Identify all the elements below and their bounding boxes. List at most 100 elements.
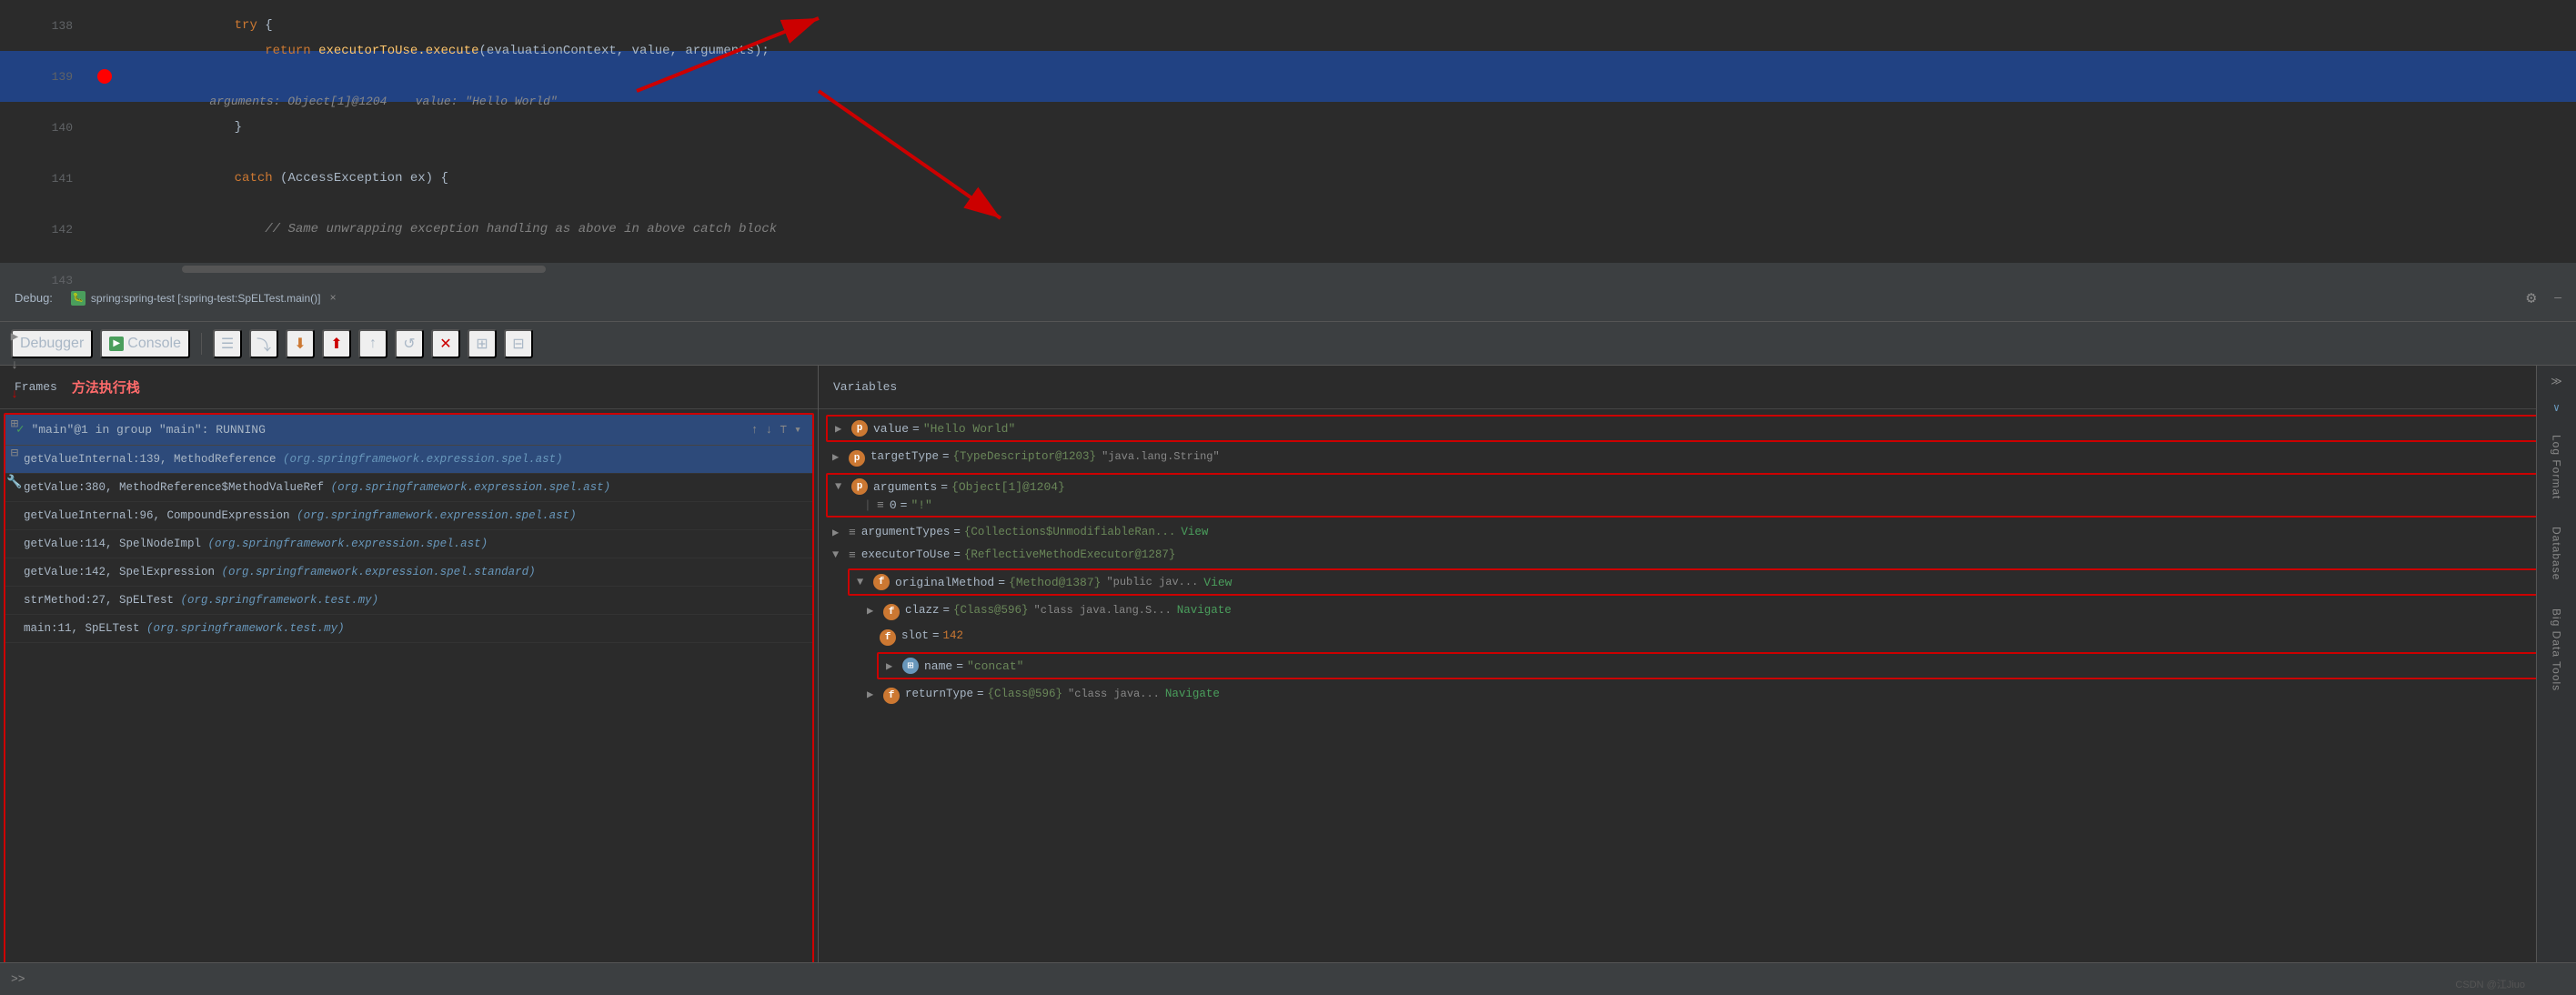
- debug-toolbar: Debugger ▶ Console ☰ ⤵ ⬇ ⬆ ↑ ↺ ✕ ⊞ ⊟: [0, 322, 2576, 366]
- left-icons-panel: ▶ ↓ ↓ ⊞ ⊟ 🔧: [0, 318, 29, 500]
- frame-cls-3: (org.springframework.expression.spel.ast…: [208, 538, 488, 550]
- console-tab-button[interactable]: ▶ Console: [100, 329, 190, 358]
- var-targettype-expand[interactable]: ▶: [832, 450, 845, 464]
- step-out-button[interactable]: ⬆: [322, 329, 351, 358]
- breakpoint-139: [97, 69, 112, 84]
- editor-area: 138 try { 139 return executorToUse.execu…: [0, 0, 2576, 264]
- stack-frame-2[interactable]: getValueInternal:96, CompoundExpression …: [5, 502, 812, 530]
- var-value-expand[interactable]: ▶: [835, 422, 848, 436]
- var-argumenttypes-name: argumentTypes: [861, 526, 951, 538]
- var-arguments-row: ▼ p arguments = {Object[1]@1204}: [835, 478, 2560, 495]
- tool-icon[interactable]: 🔧: [4, 471, 25, 493]
- line-number-141: 141: [0, 172, 91, 186]
- frames-label-cn: 方法执行栈: [72, 377, 140, 397]
- stack-frame-0[interactable]: getValueInternal:139, MethodReference (o…: [5, 446, 812, 474]
- expand-icon[interactable]: ∨: [2541, 396, 2573, 420]
- thread-filter-icon[interactable]: ⊤: [780, 423, 787, 437]
- list-view-button[interactable]: ☰: [213, 329, 242, 358]
- log-format-label: Log Format: [2547, 427, 2567, 507]
- var-arguments-0-expand[interactable]: ≡: [877, 498, 884, 512]
- var-arguments-0-bar: |: [864, 498, 877, 512]
- horizontal-scrollbar[interactable]: [0, 264, 2576, 275]
- step-into-button[interactable]: ⬇: [286, 329, 315, 358]
- variables-label: Variables: [833, 380, 897, 394]
- expand-collapse-icon[interactable]: ≫: [2541, 369, 2573, 394]
- code-line-143: 143: [0, 255, 2576, 306]
- var-returntype-icon: f: [883, 688, 900, 704]
- var-returntype-type: "class java...: [1068, 688, 1160, 700]
- var-returntype-link[interactable]: Navigate: [1165, 688, 1220, 700]
- thread-row[interactable]: ✓ "main"@1 in group "main": RUNNING ↑ ↓ …: [5, 415, 812, 446]
- var-argumenttypes-icon: ≡: [849, 526, 856, 539]
- var-arguments-0-name: 0: [890, 498, 897, 512]
- frame-cls-5: (org.springframework.test.my): [181, 594, 379, 607]
- var-returntype-name: returnType: [905, 688, 973, 700]
- debug-content: Frames 方法执行栈 ✓ "main"@1 in group "main":…: [0, 366, 2576, 995]
- var-originalmethod-expand[interactable]: ▼: [857, 576, 870, 588]
- bottom-bar: >>: [0, 962, 2576, 995]
- thread-label: "main"@1 in group "main": RUNNING: [31, 423, 743, 437]
- line-number-138: 138: [0, 19, 91, 33]
- frame-fn-4: getValue:142, SpelExpression: [24, 566, 222, 578]
- var-clazz-expand[interactable]: ▶: [867, 604, 880, 618]
- var-returntype-row: ▶ f returnType = {Class@596} "class java…: [819, 683, 2576, 709]
- run-to-cursor-button[interactable]: ↑: [358, 329, 387, 358]
- var-executortouse-expand[interactable]: ▼: [832, 548, 845, 561]
- stack-frame-4[interactable]: getValue:142, SpelExpression (org.spring…: [5, 558, 812, 587]
- scrollbar-thumb[interactable]: [182, 266, 546, 273]
- thread-controls: ↑ ↓ ⊤ ▾: [751, 423, 801, 437]
- copy-icon[interactable]: ⊟: [4, 442, 25, 464]
- evaluate-button[interactable]: ⊞: [468, 329, 497, 358]
- step-over-left-icon[interactable]: ↓: [4, 355, 25, 377]
- line-number-140: 140: [0, 121, 91, 135]
- var-value-name: value: [873, 422, 909, 436]
- var-arguments-name: arguments: [873, 480, 937, 494]
- var-clazz-icon: f: [883, 604, 900, 620]
- thread-down-icon[interactable]: ↓: [766, 423, 773, 437]
- stack-frame-3[interactable]: getValue:114, SpelNodeImpl (org.springfr…: [5, 530, 812, 558]
- frame-fn-2: getValueInternal:96, CompoundExpression: [24, 509, 297, 522]
- var-executortouse-icon: ≡: [849, 548, 856, 562]
- var-clazz-link[interactable]: Navigate: [1177, 604, 1232, 617]
- log-format-panel[interactable]: Log Format: [2541, 422, 2573, 512]
- var-argumenttypes-expand[interactable]: ▶: [832, 526, 845, 539]
- stack-frame-5[interactable]: strMethod:27, SpELTest (org.springframew…: [5, 587, 812, 615]
- big-data-tools-panel[interactable]: Big Data Tools: [2541, 596, 2573, 704]
- variables-header: Variables: [819, 366, 2576, 409]
- frames-body: ✓ "main"@1 in group "main": RUNNING ↑ ↓ …: [4, 413, 814, 991]
- frame-fn-3: getValue:114, SpelNodeImpl: [24, 538, 208, 550]
- var-originalmethod-link[interactable]: View: [1203, 576, 1232, 589]
- breakpoints-icon[interactable]: ⊞: [4, 413, 25, 435]
- var-slot-name: slot: [901, 629, 929, 642]
- var-name-expand[interactable]: ▶: [886, 659, 899, 673]
- grid-button[interactable]: ⊟: [504, 329, 533, 358]
- var-arguments-icon: p: [851, 478, 868, 495]
- database-panel[interactable]: Database: [2541, 514, 2573, 593]
- thread-up-icon[interactable]: ↑: [751, 423, 759, 437]
- resume-icon[interactable]: ▶: [4, 326, 25, 347]
- expand-button[interactable]: >>: [11, 972, 25, 986]
- var-executortouse-name: executorToUse: [861, 548, 951, 561]
- restore-button[interactable]: ↺: [395, 329, 424, 358]
- step-into-left-icon[interactable]: ↓: [4, 384, 25, 406]
- var-originalmethod-boxed: ▼ f originalMethod = {Method@1387} "publ…: [848, 568, 2569, 596]
- var-originalmethod-val: {Method@1387}: [1009, 576, 1101, 589]
- var-returntype-expand[interactable]: ▶: [867, 688, 880, 701]
- var-clazz-val: {Class@596}: [953, 604, 1029, 617]
- var-targettype-type: "java.lang.String": [1102, 450, 1220, 463]
- var-clazz-row: ▶ f clazz = {Class@596} "class java.lang…: [819, 599, 2576, 625]
- frames-panel: Frames 方法执行栈 ✓ "main"@1 in group "main":…: [0, 366, 819, 995]
- var-executortouse-row: ▼ ≡ executorToUse = {ReflectiveMethodExe…: [819, 544, 2576, 567]
- stack-frame-1[interactable]: getValue:380, MethodReference$MethodValu…: [5, 474, 812, 502]
- var-arguments-expand[interactable]: ▼: [835, 480, 848, 493]
- thread-menu-icon[interactable]: ▾: [794, 423, 801, 437]
- var-name-val: "concat": [967, 659, 1023, 673]
- var-originalmethod-icon: f: [873, 574, 890, 590]
- step-over-button[interactable]: ⤵: [249, 329, 278, 358]
- line-number-139: 139: [0, 70, 91, 84]
- var-argumenttypes-link[interactable]: View: [1181, 526, 1208, 538]
- var-clazz-type: "class java.lang.S...: [1034, 604, 1172, 617]
- stack-frame-6[interactable]: main:11, SpELTest (org.springframework.t…: [5, 615, 812, 643]
- var-slot-row: f slot = 142: [819, 625, 2576, 650]
- mute-button[interactable]: ✕: [431, 329, 460, 358]
